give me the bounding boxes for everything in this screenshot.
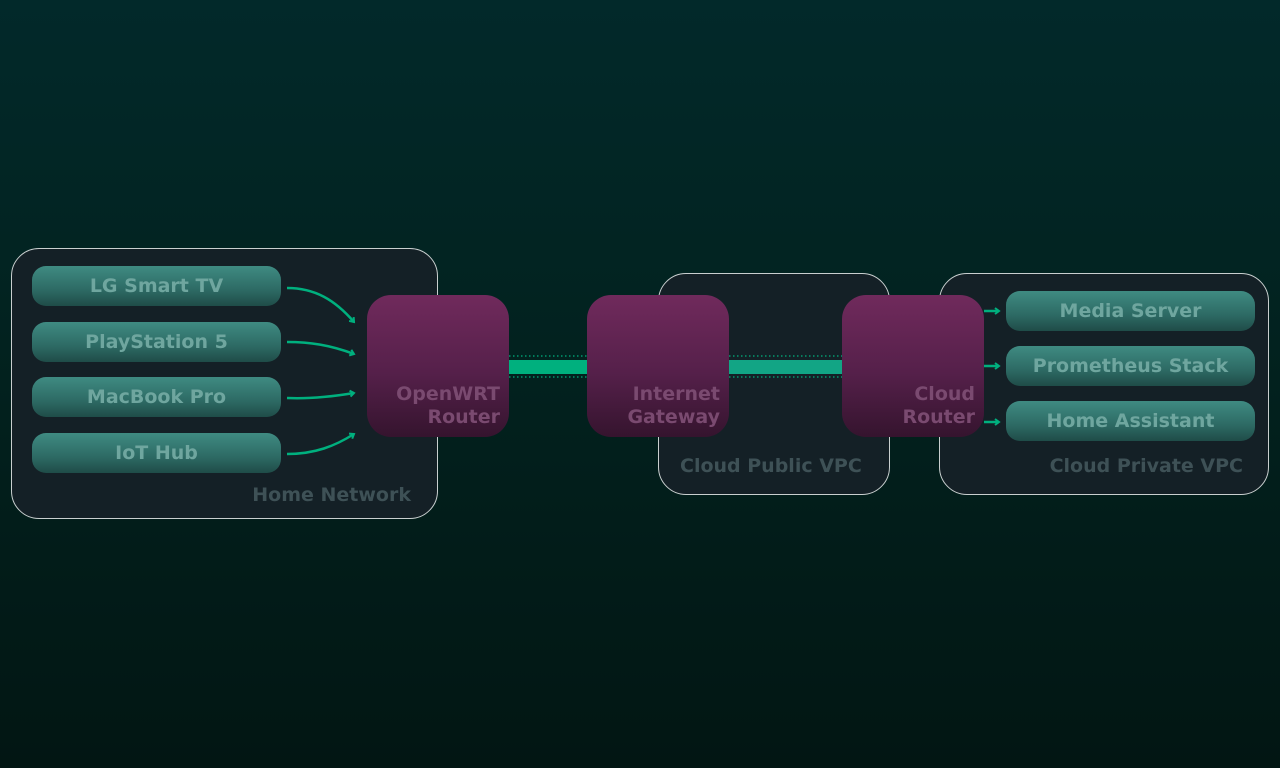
node-label-line1: Internet xyxy=(632,383,720,405)
arrow-ps5 xyxy=(286,340,356,357)
node-label-line1: OpenWRT xyxy=(396,383,500,405)
service-prometheus-stack[interactable]: Prometheus Stack xyxy=(1006,346,1255,386)
service-home-assistant[interactable]: Home Assistant xyxy=(1006,401,1255,441)
node-label-line1: Cloud xyxy=(914,383,975,405)
node-cloud-router[interactable]: Cloud Router xyxy=(842,295,984,437)
device-playstation-5[interactable]: PlayStation 5 xyxy=(32,322,281,362)
link-openwrt-gateway xyxy=(509,355,587,378)
arrow-iot-hub xyxy=(286,432,356,456)
device-macbook-pro[interactable]: MacBook Pro xyxy=(32,377,281,417)
node-openwrt-router[interactable]: OpenWRT Router xyxy=(367,295,509,437)
node-label-line2: Gateway xyxy=(627,406,720,428)
link-gateway-cloud-router xyxy=(729,355,842,378)
device-lg-smart-tv[interactable]: LG Smart TV xyxy=(32,266,281,306)
node-internet-gateway[interactable]: Internet Gateway xyxy=(587,295,729,437)
node-label-line2: Router xyxy=(902,406,975,428)
arrow-macbook xyxy=(286,389,356,400)
service-media-server[interactable]: Media Server xyxy=(1006,291,1255,331)
arrow-lg-tv xyxy=(286,286,356,324)
node-label-line2: Router xyxy=(427,406,500,428)
device-iot-hub[interactable]: IoT Hub xyxy=(32,433,281,473)
